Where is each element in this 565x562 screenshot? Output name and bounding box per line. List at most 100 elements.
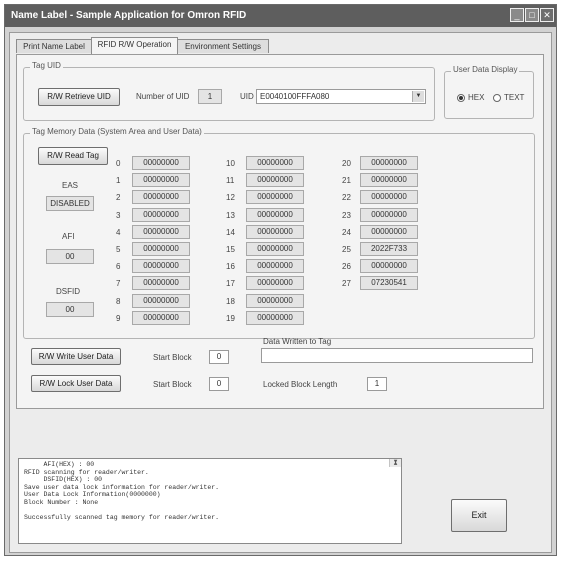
block-number-label: 6 [116, 262, 121, 272]
block-number-label: 13 [226, 210, 235, 220]
block-value-field: 00000000 [246, 156, 304, 170]
block-number-label: 0 [116, 159, 121, 168]
block-number-label: 15 [226, 245, 235, 254]
uid-label: UID [240, 92, 254, 101]
block-value-field: 00000000 [246, 190, 304, 205]
log-line: User Data Lock Information(0000000) [24, 491, 161, 498]
block-value-field: 00000000 [132, 276, 190, 291]
block-value-field: 00000000 [132, 224, 190, 239]
uid-select-value: E0040100FFFA080 [260, 92, 330, 101]
block-number-label: 11 [226, 176, 235, 186]
user-data-display-title: User Data Display [451, 65, 520, 74]
block-number-label: 16 [226, 262, 235, 272]
eas-label: EAS [62, 181, 79, 190]
block-number-label: 14 [226, 227, 235, 237]
block-number-label: 1 [116, 176, 121, 186]
block-number-label: 26 [342, 262, 351, 272]
log-line: RFID scanning for reader/writer. [24, 468, 149, 476]
tag-memory-group-title: Tag Memory Data (System Area and User Da… [30, 127, 204, 136]
exit-button[interactable]: Exit [451, 499, 507, 532]
tab-panel: Tag UID R/W Retrieve UID Number of UID 1… [16, 54, 544, 409]
number-of-uid-value: 1 [198, 89, 222, 104]
main-window: Name Label - Sample Application for Omro… [4, 4, 557, 556]
text-radio[interactable] [493, 94, 501, 102]
block-number-label: 21 [342, 176, 351, 186]
block-number-label: 7 [116, 279, 121, 289]
block-value-field: 00000000 [246, 207, 304, 222]
block-value-field: 00000000 [132, 293, 190, 308]
block-value-field: 00000000 [246, 173, 304, 188]
tab-environment-settings[interactable]: Environment Settings [177, 39, 269, 53]
write-start-block-input[interactable]: 0 [209, 350, 229, 364]
retrieve-uid-button[interactable]: R/W Retrieve UID [38, 88, 120, 106]
block-value-field: 00000000 [246, 259, 304, 274]
block-number-label: 27 [342, 279, 351, 289]
block-number-label: 5 [116, 245, 121, 254]
dsfid-value: 00 [46, 302, 94, 317]
log-textbox[interactable]: AFI(HEX) : 00 RFID scanning for reader/wr… [18, 458, 402, 544]
tab-print-name-label[interactable]: Print Name Label [16, 39, 92, 53]
log-line: DSFID(HEX) : 00 [24, 476, 103, 483]
log-scrollbar[interactable]: ▲ ▼ [389, 459, 401, 467]
block-number-label: 18 [226, 296, 235, 306]
block-value-field: 00000000 [246, 310, 304, 325]
block-number-label: 12 [226, 193, 235, 203]
block-number-label: 22 [342, 193, 351, 203]
block-value-field: 07230541 [360, 276, 418, 291]
close-icon[interactable]: ✕ [540, 8, 554, 22]
hex-radio-label: HEX [468, 93, 485, 102]
block-number-label: 8 [116, 296, 121, 306]
block-number-label: 17 [226, 279, 235, 289]
write-user-data-button[interactable]: R/W Write User Data [31, 348, 121, 365]
client-area: Print Name Label RFID R/W Operation Envi… [9, 32, 552, 553]
lock-start-block-input[interactable]: 0 [209, 377, 229, 391]
block-number-label: 9 [116, 313, 121, 323]
block-number-label: 4 [116, 227, 121, 237]
block-value-field: 2022F733 [360, 242, 418, 256]
lock-start-block-label: Start Block [153, 380, 192, 389]
block-number-label: 10 [226, 159, 235, 168]
block-value-field: 00000000 [360, 173, 418, 188]
block-value-field: 00000000 [360, 156, 418, 170]
block-number-label: 20 [342, 159, 351, 168]
hex-radio[interactable] [457, 94, 465, 102]
afi-label: AFI [62, 232, 75, 241]
block-value-field: 00000000 [246, 242, 304, 256]
read-tag-button[interactable]: R/W Read Tag [38, 147, 108, 165]
block-number-label: 19 [226, 313, 235, 323]
block-value-field: 00000000 [360, 190, 418, 205]
title-bar: Name Label - Sample Application for Omro… [5, 5, 556, 27]
number-of-uid-label: Number of UID [136, 92, 190, 101]
block-number-label: 23 [342, 210, 351, 220]
maximize-icon[interactable]: □ [525, 8, 539, 22]
text-radio-label: TEXT [504, 93, 525, 102]
block-value-field: 00000000 [360, 207, 418, 222]
block-value-field: 00000000 [246, 224, 304, 239]
log-line: AFI(HEX) : 00 [24, 461, 95, 468]
window-title: Name Label - Sample Application for Omro… [11, 10, 247, 21]
log-line: Block Number : None [24, 498, 99, 506]
block-value-field: 00000000 [132, 190, 190, 205]
minimize-icon[interactable]: _ [510, 8, 524, 22]
data-written-input[interactable] [261, 348, 533, 363]
block-value-field: 00000000 [132, 173, 190, 188]
tab-rfid-rw-operation[interactable]: RFID R/W Operation [91, 37, 178, 54]
uid-select[interactable]: E0040100FFFA080 ▼ [256, 89, 426, 104]
afi-value: 00 [46, 249, 94, 264]
dsfid-label: DSFID [56, 287, 80, 296]
eas-value: DISABLED [46, 196, 94, 211]
write-start-block-label: Start Block [153, 353, 192, 362]
block-value-field: 00000000 [132, 242, 190, 256]
block-value-field: 00000000 [132, 310, 190, 325]
scroll-down-icon[interactable]: ▼ [390, 459, 401, 467]
chevron-down-icon[interactable]: ▼ [412, 91, 424, 102]
block-value-field: 00000000 [360, 224, 418, 239]
block-value-field: 00000000 [246, 293, 304, 308]
block-value-field: 00000000 [132, 259, 190, 274]
block-value-field: 00000000 [360, 259, 418, 274]
lock-user-data-button[interactable]: R/W Lock User Data [31, 375, 121, 392]
locked-block-length-input[interactable]: 1 [367, 377, 387, 391]
block-number-label: 24 [342, 227, 351, 237]
block-value-field: 00000000 [132, 207, 190, 222]
